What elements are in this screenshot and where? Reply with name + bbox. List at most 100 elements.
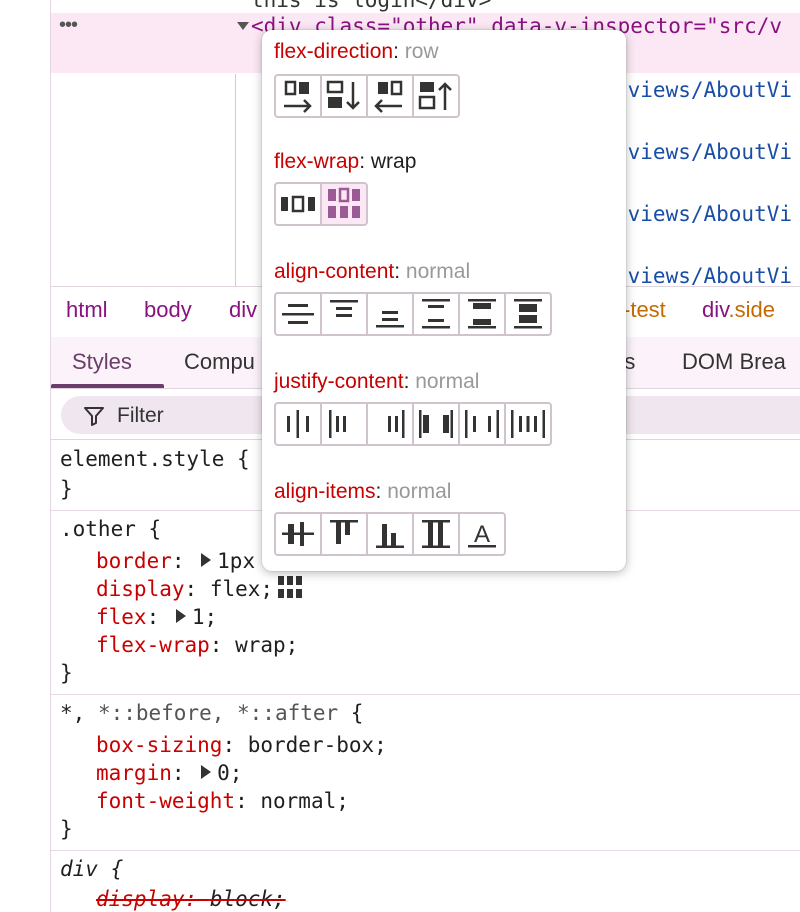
- justify-content-space-between-button[interactable]: [412, 402, 460, 446]
- decl-box-sizing[interactable]: box-sizing: border-box;: [96, 733, 387, 757]
- crumb-body[interactable]: body: [144, 297, 192, 323]
- prop-name: margin: [96, 761, 172, 785]
- prop-value: flex;: [209, 577, 274, 601]
- align-content-buttons: [274, 292, 552, 336]
- flexbox-editor-popover: flex-direction: row flex-wrap: wrap alig…: [262, 30, 626, 571]
- more-icon[interactable]: •••: [59, 14, 78, 37]
- prop-value: 1;: [191, 605, 218, 629]
- rule-close: }: [60, 661, 73, 685]
- align-content-center-button[interactable]: [274, 292, 322, 336]
- rule-selector[interactable]: .other {: [60, 517, 161, 541]
- decl-flex[interactable]: flex: 1;: [96, 605, 217, 629]
- rule-selector[interactable]: div {: [60, 857, 123, 881]
- flex-wrap-nowrap-button[interactable]: [274, 182, 322, 226]
- tree-line-child[interactable]: /views/AboutVi: [615, 78, 792, 102]
- align-content-space-between-icon: [468, 299, 496, 329]
- flexbox-editor-icon[interactable]: [276, 574, 306, 600]
- crumb-html[interactable]: html: [66, 297, 108, 323]
- flex-wrap-key: flex-wrap: [274, 150, 360, 173]
- align-items-title: align-items: normal: [274, 480, 452, 503]
- prop-name: display: [96, 887, 185, 911]
- justify-content-space-evenly-button[interactable]: [504, 402, 552, 446]
- prop-value: border-box;: [247, 733, 387, 757]
- align-content-center-icon: [282, 304, 314, 324]
- justify-content-start-icon: [329, 410, 346, 438]
- justify-content-start-button[interactable]: [320, 402, 368, 446]
- crumb-test[interactable]: -test: [623, 297, 666, 323]
- rule-selector[interactable]: *, *::before, *::after {: [60, 701, 363, 725]
- flex-direction-column-reverse-icon: [418, 82, 452, 110]
- align-content-stretch-icon: [514, 299, 542, 329]
- prop-value: 1px: [217, 549, 256, 573]
- decl-display-overridden[interactable]: display: block;: [96, 887, 286, 911]
- decl-display[interactable]: display: flex;: [96, 574, 306, 603]
- justify-content-key: justify-content: [274, 370, 404, 393]
- flex-wrap-value: wrap: [370, 150, 417, 173]
- prop-value: normal;: [260, 789, 349, 813]
- prop-name: display: [96, 577, 185, 601]
- tree-guide: [235, 74, 236, 286]
- flex-direction-column-button[interactable]: [320, 74, 368, 118]
- rule-close: }: [60, 817, 73, 841]
- align-content-value: normal: [405, 260, 471, 283]
- prop-name: font-weight: [96, 789, 236, 813]
- rule-close: }: [60, 477, 73, 501]
- expand-triangle-icon[interactable]: [175, 609, 186, 623]
- flex-direction-row-reverse-button[interactable]: [366, 74, 414, 118]
- align-items-stretch-button[interactable]: [412, 512, 460, 556]
- justify-content-end-button[interactable]: [366, 402, 414, 446]
- align-items-end-button[interactable]: [366, 512, 414, 556]
- decl-border[interactable]: border: 1px: [96, 549, 255, 573]
- flex-nowrap-icon: [281, 195, 315, 213]
- filter-label: Filter: [117, 404, 164, 427]
- decl-margin[interactable]: margin: 0;: [96, 761, 242, 785]
- crumb-div-side[interactable]: div.side: [702, 297, 775, 323]
- tab-styles[interactable]: Styles: [72, 349, 132, 375]
- tab-computed[interactable]: Compu: [184, 349, 255, 375]
- align-content-space-between-button[interactable]: [458, 292, 506, 336]
- crumb-test-label: -test: [623, 297, 666, 322]
- crumb-div[interactable]: div: [229, 297, 257, 323]
- rule-div: div { display: block;: [51, 852, 800, 912]
- filter-icon: [84, 407, 104, 426]
- expand-triangle-icon[interactable]: [201, 765, 212, 779]
- align-items-baseline-icon: A: [468, 521, 496, 548]
- flex-direction-column-icon: [326, 80, 360, 110]
- crumb-side-tag: div: [702, 297, 729, 322]
- prop-name: flex: [96, 605, 147, 629]
- align-content-start-button[interactable]: [320, 292, 368, 336]
- align-content-space-around-button[interactable]: [412, 292, 460, 336]
- align-items-center-button[interactable]: [274, 512, 322, 556]
- flex-direction-title: flex-direction: row: [274, 40, 439, 63]
- align-content-stretch-button[interactable]: [504, 292, 552, 336]
- align-items-start-button[interactable]: [320, 512, 368, 556]
- align-items-baseline-button[interactable]: A: [458, 512, 506, 556]
- decl-font-weight[interactable]: font-weight: normal;: [96, 789, 349, 813]
- justify-content-space-around-button[interactable]: [458, 402, 506, 446]
- flex-direction-row-button[interactable]: [274, 74, 322, 118]
- align-content-end-button[interactable]: [366, 292, 414, 336]
- flex-wrap-wrap-button[interactable]: [320, 182, 368, 226]
- rule-selector[interactable]: element.style {: [60, 447, 250, 471]
- rule-universal: *, *::before, *::after { box-sizing: bor…: [51, 696, 800, 851]
- flex-direction-column-reverse-button[interactable]: [412, 74, 460, 118]
- tab-dom-breakpoints[interactable]: DOM Brea: [682, 349, 786, 375]
- tree-line-child[interactable]: /views/AboutVi: [615, 140, 792, 164]
- tree-line-child[interactable]: /views/AboutVi: [615, 264, 792, 288]
- flex-direction-row-icon: [284, 80, 312, 113]
- align-content-start-icon: [330, 300, 358, 317]
- tree-line-child[interactable]: /views/AboutVi: [615, 202, 792, 226]
- prop-name: box-sizing: [96, 733, 223, 757]
- justify-content-center-button[interactable]: [274, 402, 322, 446]
- expand-triangle-icon[interactable]: [201, 553, 212, 567]
- decl-flex-wrap[interactable]: flex-wrap: wrap;: [96, 633, 298, 657]
- tree-line-login[interactable]: this is login</div>: [251, 0, 491, 12]
- align-content-key: align-content: [274, 260, 395, 283]
- align-items-value: normal: [387, 480, 452, 503]
- expand-triangle-icon[interactable]: [237, 22, 249, 30]
- justify-content-space-around-icon: [465, 410, 499, 438]
- align-content-space-around-icon: [422, 299, 450, 329]
- flex-wrap-icon: [328, 187, 360, 218]
- selector-part: *::before, *::after: [97, 701, 339, 725]
- baseline-glyph: A: [474, 521, 490, 548]
